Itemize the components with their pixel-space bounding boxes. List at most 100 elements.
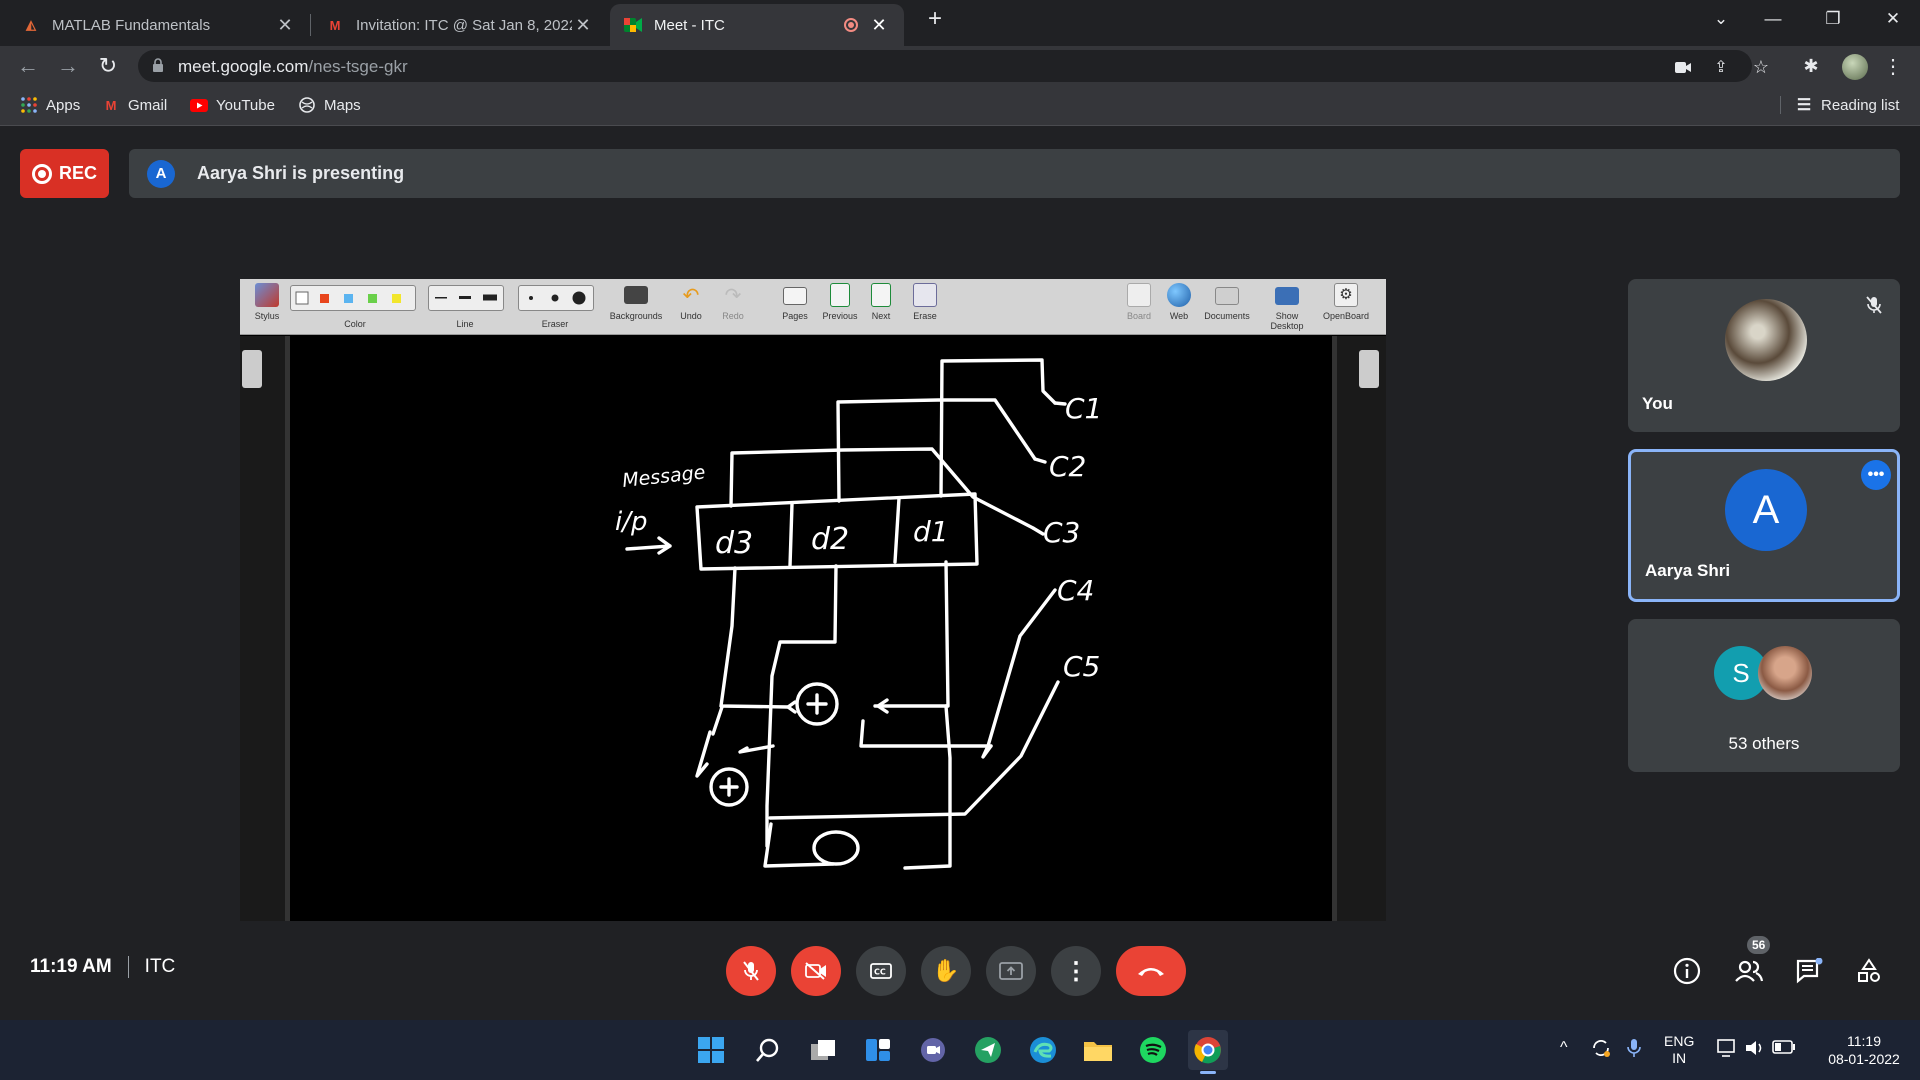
bookmark-star-icon[interactable]: ☆ <box>1750 56 1772 78</box>
stylus-tool[interactable]: Stylus <box>248 283 286 321</box>
tool-label: Previous <box>822 311 858 321</box>
tab-meet[interactable]: Meet - ITC ✕ <box>610 4 904 46</box>
tool-label: Documents <box>1204 311 1250 321</box>
extensions-icon[interactable]: ✱ <box>1800 55 1822 77</box>
file-explorer-button[interactable] <box>1078 1030 1118 1070</box>
toggle-camera-button[interactable] <box>791 946 841 996</box>
more-options-button[interactable]: ••• <box>1861 460 1891 490</box>
new-tab-button[interactable]: + <box>908 0 962 38</box>
share-icon[interactable]: ⇪ <box>1710 56 1732 78</box>
output-c1: C1 <box>1065 392 1102 425</box>
matlab-icon: ◭ <box>26 17 36 32</box>
menu-icon[interactable]: ⋮ <box>1882 55 1904 78</box>
back-button[interactable]: ← <box>12 50 44 82</box>
close-window-button[interactable]: ✕ <box>1866 0 1920 38</box>
whiteboard-canvas[interactable]: Message i/p d3 d2 d1 C1 C2 C3 C4 C5 <box>295 336 1332 921</box>
left-panel <box>240 336 290 921</box>
search-button[interactable] <box>748 1030 788 1070</box>
right-panel-toggle[interactable] <box>1359 350 1379 388</box>
task-view-button[interactable] <box>803 1030 843 1070</box>
battery-icon[interactable] <box>1772 1040 1796 1057</box>
teams-chat-button[interactable] <box>913 1030 953 1070</box>
bookmark-apps[interactable]: Apps <box>20 96 80 114</box>
edge-button[interactable] <box>1023 1030 1063 1070</box>
minimize-button[interactable]: — <box>1746 0 1800 38</box>
input-label: i/p <box>615 507 648 537</box>
close-icon[interactable]: ✕ <box>868 14 890 36</box>
network-icon[interactable] <box>1716 1038 1738 1061</box>
more-options-button[interactable]: ⋮ <box>1051 946 1101 996</box>
captions-button[interactable]: CC <box>856 946 906 996</box>
app-telegram-like[interactable] <box>968 1030 1008 1070</box>
participant-tile-you[interactable]: You <box>1628 279 1900 432</box>
bookmark-gmail[interactable]: M Gmail <box>102 96 168 114</box>
bookmark-maps[interactable]: Maps <box>298 96 361 114</box>
tool-label: Erase <box>913 311 937 321</box>
web-button[interactable]: Web <box>1164 283 1194 321</box>
microphone-icon[interactable] <box>1626 1037 1642 1062</box>
next-page-button[interactable]: Next <box>866 283 896 321</box>
diagram-strokes <box>625 358 1067 870</box>
previous-page-button[interactable]: Previous <box>820 283 860 321</box>
volume-icon[interactable] <box>1744 1038 1766 1061</box>
restore-button[interactable]: ❐ <box>1806 0 1860 38</box>
participant-tile-others[interactable]: S 53 others <box>1628 619 1900 772</box>
show-desktop-button[interactable]: Show Desktop <box>1258 283 1316 331</box>
windows-logo-icon <box>698 1037 724 1063</box>
redo-button[interactable]: ↷ Redo <box>718 283 748 321</box>
register-d2: d2 <box>811 522 849 557</box>
toggle-mic-button[interactable] <box>726 946 776 996</box>
language-indicator[interactable]: ENG IN <box>1664 1033 1694 1067</box>
forward-button[interactable]: → <box>52 50 84 82</box>
keyboard-icon <box>624 286 648 304</box>
meeting-details-button[interactable] <box>1670 954 1704 988</box>
color-palette[interactable] <box>290 285 416 311</box>
right-panel <box>1332 336 1386 921</box>
left-panel-toggle[interactable] <box>242 350 262 388</box>
chat-button[interactable] <box>1792 954 1826 988</box>
tab-search-icon[interactable]: ⌄ <box>1694 0 1748 38</box>
tool-label: Next <box>871 311 891 321</box>
url-host: meet.google.com <box>178 57 309 76</box>
reading-list-button[interactable]: ☰ Reading list <box>1780 96 1899 114</box>
eraser-size-picker[interactable] <box>518 285 594 311</box>
clock[interactable]: 11:19 08-01-2022 <box>1818 1032 1910 1068</box>
activities-button[interactable] <box>1852 954 1886 988</box>
spotify-button[interactable] <box>1133 1030 1173 1070</box>
participant-tile-aarya[interactable]: A ••• Aarya Shri <box>1628 449 1900 602</box>
camera-icon[interactable] <box>1672 56 1694 78</box>
task-view-icon <box>811 1040 835 1060</box>
address-bar[interactable]: meet.google.com/nes-tsge-gkr ⇪ ☆ <box>138 50 1769 82</box>
clock-date: 08-01-2022 <box>1828 1051 1900 1067</box>
raise-hand-button[interactable]: ✋ <box>921 946 971 996</box>
sync-icon[interactable] <box>1590 1037 1612 1062</box>
undo-button[interactable]: ↶ Undo <box>676 283 706 321</box>
present-button[interactable] <box>986 946 1036 996</box>
widgets-button[interactable] <box>858 1030 898 1070</box>
people-icon <box>1735 960 1764 982</box>
tab-invitation[interactable]: M Invitation: ITC @ Sat Jan 8, 2022 ✕ <box>312 4 608 46</box>
bookmark-youtube[interactable]: YouTube <box>190 96 275 114</box>
close-icon[interactable]: ✕ <box>274 14 296 36</box>
close-icon[interactable]: ✕ <box>572 14 594 36</box>
reload-button[interactable]: ↻ <box>92 50 124 82</box>
erase-page-button[interactable]: Erase <box>910 283 940 321</box>
message-label: Message <box>621 461 706 492</box>
documents-button[interactable]: Documents <box>1202 283 1252 321</box>
people-button[interactable]: 56 <box>1732 936 1771 988</box>
pages-button[interactable]: Pages <box>780 283 810 321</box>
show-hidden-icons-button[interactable]: ^ <box>1560 1039 1568 1057</box>
chrome-button[interactable] <box>1188 1030 1228 1074</box>
tab-matlab[interactable]: ◭ MATLAB Fundamentals ✕ <box>8 4 310 46</box>
start-button[interactable] <box>691 1030 731 1070</box>
board-button[interactable]: Board <box>1124 283 1154 321</box>
undo-icon: ↶ <box>682 285 700 307</box>
line-width-picker[interactable] <box>428 285 504 311</box>
profile-avatar[interactable] <box>1842 54 1868 80</box>
rec-label: REC <box>59 163 98 183</box>
output-c2: C2 <box>1049 450 1086 483</box>
openboard-menu-button[interactable]: ⚙ OpenBoard <box>1322 283 1370 321</box>
search-icon <box>756 1038 779 1062</box>
leave-call-button[interactable] <box>1116 946 1186 996</box>
backgrounds-tool[interactable]: Backgrounds <box>606 283 666 321</box>
